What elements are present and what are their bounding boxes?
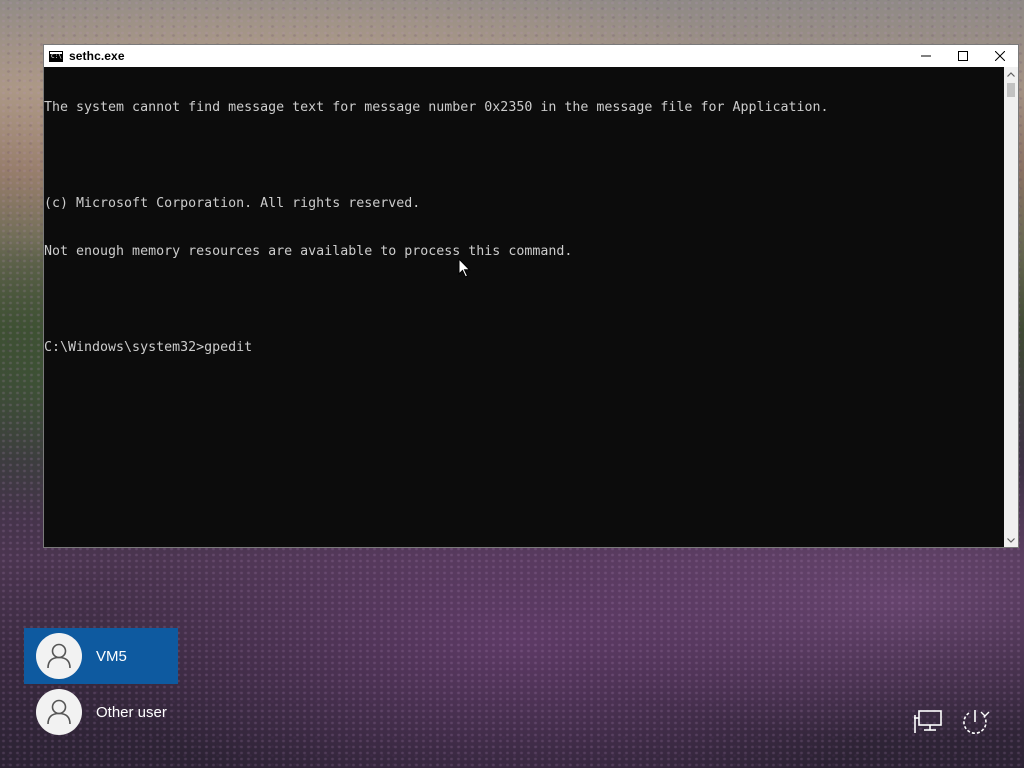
minimize-icon — [920, 55, 931, 57]
vertical-scrollbar[interactable] — [1004, 67, 1018, 547]
network-button[interactable] — [911, 706, 945, 738]
console-line: The system cannot find message text for … — [44, 100, 829, 115]
maximize-button[interactable] — [944, 45, 981, 67]
console-window[interactable]: sethc.exe The system cannot find message… — [43, 44, 1019, 548]
power-icon — [963, 710, 990, 735]
avatar — [36, 633, 82, 679]
scroll-thumb[interactable] — [1007, 83, 1015, 97]
close-icon — [994, 51, 1005, 61]
scroll-down-button[interactable] — [1004, 533, 1018, 547]
maximize-icon — [957, 51, 968, 61]
title-bar[interactable]: sethc.exe — [44, 45, 1018, 67]
chevron-down-icon — [1007, 537, 1015, 543]
scroll-up-button[interactable] — [1004, 67, 1018, 81]
console-line: (c) Microsoft Corporation. All rights re… — [44, 196, 421, 211]
minimize-button[interactable] — [907, 45, 944, 67]
console-prompt-line[interactable]: C:\Windows\system32>gpedit — [44, 340, 1004, 356]
console-output[interactable]: The system cannot find message text for … — [44, 67, 1004, 548]
close-button[interactable] — [981, 45, 1018, 67]
console-line: Not enough memory resources are availabl… — [44, 244, 573, 259]
mouse-pointer-icon — [458, 258, 471, 278]
user-tile-vm5[interactable]: VM5 — [24, 628, 178, 684]
user-icon — [47, 643, 71, 669]
user-name: Other user — [96, 703, 167, 721]
user-name: VM5 — [96, 647, 127, 665]
console-app-icon — [49, 50, 63, 62]
user-icon — [47, 699, 71, 725]
user-tile-other-user[interactable]: Other user — [24, 684, 178, 740]
window-controls — [907, 45, 1018, 67]
chevron-up-icon — [1007, 71, 1015, 77]
network-icon — [914, 710, 942, 733]
power-button[interactable] — [958, 706, 992, 738]
avatar — [36, 689, 82, 735]
window-title: sethc.exe — [69, 49, 125, 63]
